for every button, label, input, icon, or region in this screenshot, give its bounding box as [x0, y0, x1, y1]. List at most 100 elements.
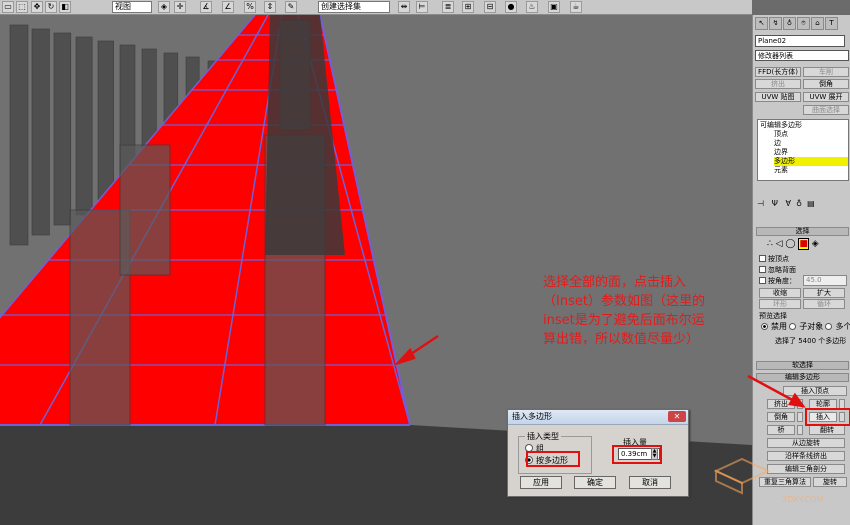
utilities-tab-icon[interactable]: T [825, 17, 838, 30]
configure-sets-icon[interactable]: ▤ [807, 199, 815, 208]
column-back [75, 36, 93, 216]
bridge-button[interactable]: 桥 [767, 425, 795, 435]
column-back [9, 24, 29, 246]
ffd-box-button[interactable]: FFD(长方体) [755, 67, 801, 77]
snap-icon[interactable]: ∡ [200, 1, 212, 13]
schematic-view-icon[interactable]: ⊟ [484, 1, 496, 13]
bevel-modifier-button[interactable]: 倒角 [803, 79, 849, 89]
stack-item-border[interactable]: 边界 [774, 148, 788, 157]
select-object-icon[interactable]: ▭ [2, 1, 14, 13]
checkbox-icon [759, 255, 766, 262]
reference-coordinate-combo[interactable]: 视图 [112, 1, 152, 13]
move-icon[interactable]: ✥ [31, 1, 43, 13]
curve-editor-icon[interactable]: ⊞ [462, 1, 474, 13]
display-tab-icon[interactable]: ⌂ [811, 17, 824, 30]
motion-tab-icon[interactable]: ⌾ [797, 17, 810, 30]
selection-rollout-header[interactable]: 选择 [756, 227, 849, 236]
preview-options[interactable]: 禁用 子对象 多个 [761, 321, 850, 332]
column-back [31, 28, 50, 236]
highlight-box-inset [805, 408, 850, 426]
uvw-map-button[interactable]: UVW 贴图 [755, 92, 801, 102]
align-icon[interactable]: ⊨ [416, 1, 428, 13]
watermark-text: 3DXY.COM [782, 495, 824, 504]
named-selection-combo[interactable]: 创建选择集 [318, 1, 390, 13]
bevel-button[interactable]: 倒角 [767, 412, 795, 422]
spinner-snap-icon[interactable]: ⇕ [264, 1, 276, 13]
preview-selection-label: 预览选择 [759, 312, 787, 320]
stack-item-element[interactable]: 元素 [774, 166, 788, 175]
percent-snap-icon[interactable]: % [244, 1, 256, 13]
angle-value-field[interactable]: 45.0 [803, 275, 847, 286]
angle-snap-icon[interactable]: ∠ [222, 1, 234, 13]
highlight-box-amount [612, 445, 662, 464]
stack-root-editable-poly[interactable]: 可编辑多边形 [760, 121, 802, 130]
extrude-modifier-button[interactable]: 挤出 [755, 79, 801, 89]
apply-button[interactable]: 应用 [520, 476, 562, 489]
ignore-backfacing-checkbox[interactable]: 忽略背面 [759, 265, 796, 275]
hinge-from-edge-button[interactable]: 从边旋转 [767, 438, 845, 448]
highlight-box-by-polygon [526, 451, 580, 467]
inset-polygons-dialog: 插入多边形 ✕ 插入类型 组 按多边形 插入量 0.39cm ▲ ▼ 应用 确定 … [507, 409, 689, 497]
edit-polygons-rollout-header[interactable]: 编辑多边形 [756, 373, 849, 382]
watermark-logo-icon [713, 457, 771, 495]
render-setup-icon[interactable]: ♨ [526, 1, 538, 13]
loop-button[interactable]: 循环 [803, 299, 845, 309]
cancel-button[interactable]: 取消 [629, 476, 671, 489]
pin-stack-icon[interactable]: ⊣ [757, 199, 764, 208]
ok-button[interactable]: 确定 [574, 476, 616, 489]
rotate-icon[interactable]: ↻ [45, 1, 57, 13]
pivot-icon[interactable]: ◈ [158, 1, 170, 13]
by-vertex-checkbox[interactable]: 按顶点 [759, 254, 789, 264]
radio-off-icon [825, 323, 833, 330]
modifier-list-dropdown[interactable]: 修改器列表 [755, 50, 849, 61]
inset-type-label: 插入类型 [525, 431, 561, 442]
checkbox-icon [759, 266, 766, 273]
close-icon[interactable]: ✕ [668, 411, 686, 422]
lathe-button[interactable]: 车削 [803, 67, 849, 77]
select-manipulate-icon[interactable]: ✛ [174, 1, 186, 13]
make-unique-icon[interactable]: ∀ [786, 199, 791, 208]
select-region-icon[interactable]: ⬚ [16, 1, 28, 13]
checkbox-icon [759, 277, 766, 284]
column-back [53, 32, 72, 226]
shrink-button[interactable]: 收缩 [759, 288, 801, 298]
preview-subobject-radio[interactable]: 子对象 [789, 322, 823, 331]
watermark: 3DXY.COM [712, 455, 824, 515]
render-icon[interactable]: ☕ [570, 1, 582, 13]
remove-modifier-icon[interactable]: ♁ [796, 199, 802, 208]
bevel-settings-icon[interactable] [797, 412, 803, 422]
insert-vertex-button[interactable]: 插入顶点 [783, 386, 847, 396]
stack-item-vertex[interactable]: 顶点 [774, 130, 788, 139]
object-name-field[interactable]: Plane02 [755, 35, 845, 47]
named-selection-icon[interactable]: ✎ [285, 1, 297, 13]
rendered-frame-icon[interactable]: ▣ [548, 1, 560, 13]
create-tab-icon[interactable]: ↖ [755, 17, 768, 30]
column-back [97, 40, 114, 206]
stack-item-edge[interactable]: 边 [774, 139, 781, 148]
show-end-result-icon[interactable]: Ψ [772, 199, 778, 208]
main-toolbar: ▭ ⬚ ✥ ↻ ◧ 视图 ◈ ✛ ∡ ∠ % ⇕ ✎ 创建选择集 ⇹ ⊨ ≣ ⊞… [0, 0, 752, 15]
extrude-button[interactable]: 挤出 [767, 399, 795, 409]
soft-selection-rollout-header[interactable]: 软选择 [756, 361, 849, 370]
mirror-icon[interactable]: ⇹ [398, 1, 410, 13]
modify-tab-icon[interactable]: ↯ [769, 17, 782, 30]
uvw-unwrap-button[interactable]: UVW 展开 [803, 92, 849, 102]
scale-icon[interactable]: ◧ [59, 1, 71, 13]
flip-button[interactable]: 翻转 [809, 425, 845, 435]
modifier-stack: 可编辑多边形 顶点 边 边界 多边形 元素 [757, 119, 849, 181]
stack-toolbar: ⊣ Ψ ∀ ♁ ▤ [757, 199, 849, 209]
surface-select-button[interactable]: 曲面选择 [803, 105, 849, 115]
by-angle-checkbox[interactable]: 按角度： [759, 276, 796, 286]
bridge-settings-icon[interactable] [797, 425, 803, 435]
stack-item-polygon[interactable]: 多边形 [774, 157, 848, 166]
material-editor-icon[interactable]: ● [505, 1, 517, 13]
grow-button[interactable]: 扩大 [803, 288, 845, 298]
preview-off-radio[interactable]: 禁用 [761, 322, 787, 331]
preview-multi-radio[interactable]: 多个 [825, 322, 850, 331]
hierarchy-tab-icon[interactable]: ♁ [783, 17, 796, 30]
layer-manager-icon[interactable]: ≣ [442, 1, 454, 13]
command-panel: ↖ ↯ ♁ ⌾ ⌂ T Plane02 修改器列表 FFD(长方体) 车削 挤出 倒角 U… [752, 15, 850, 525]
ring-button[interactable]: 环形 [759, 299, 801, 309]
subobject-mode-icons[interactable]: ∴ ◁ ◯ ■ ◈ [767, 238, 819, 250]
extrude-settings-icon[interactable] [797, 399, 803, 409]
